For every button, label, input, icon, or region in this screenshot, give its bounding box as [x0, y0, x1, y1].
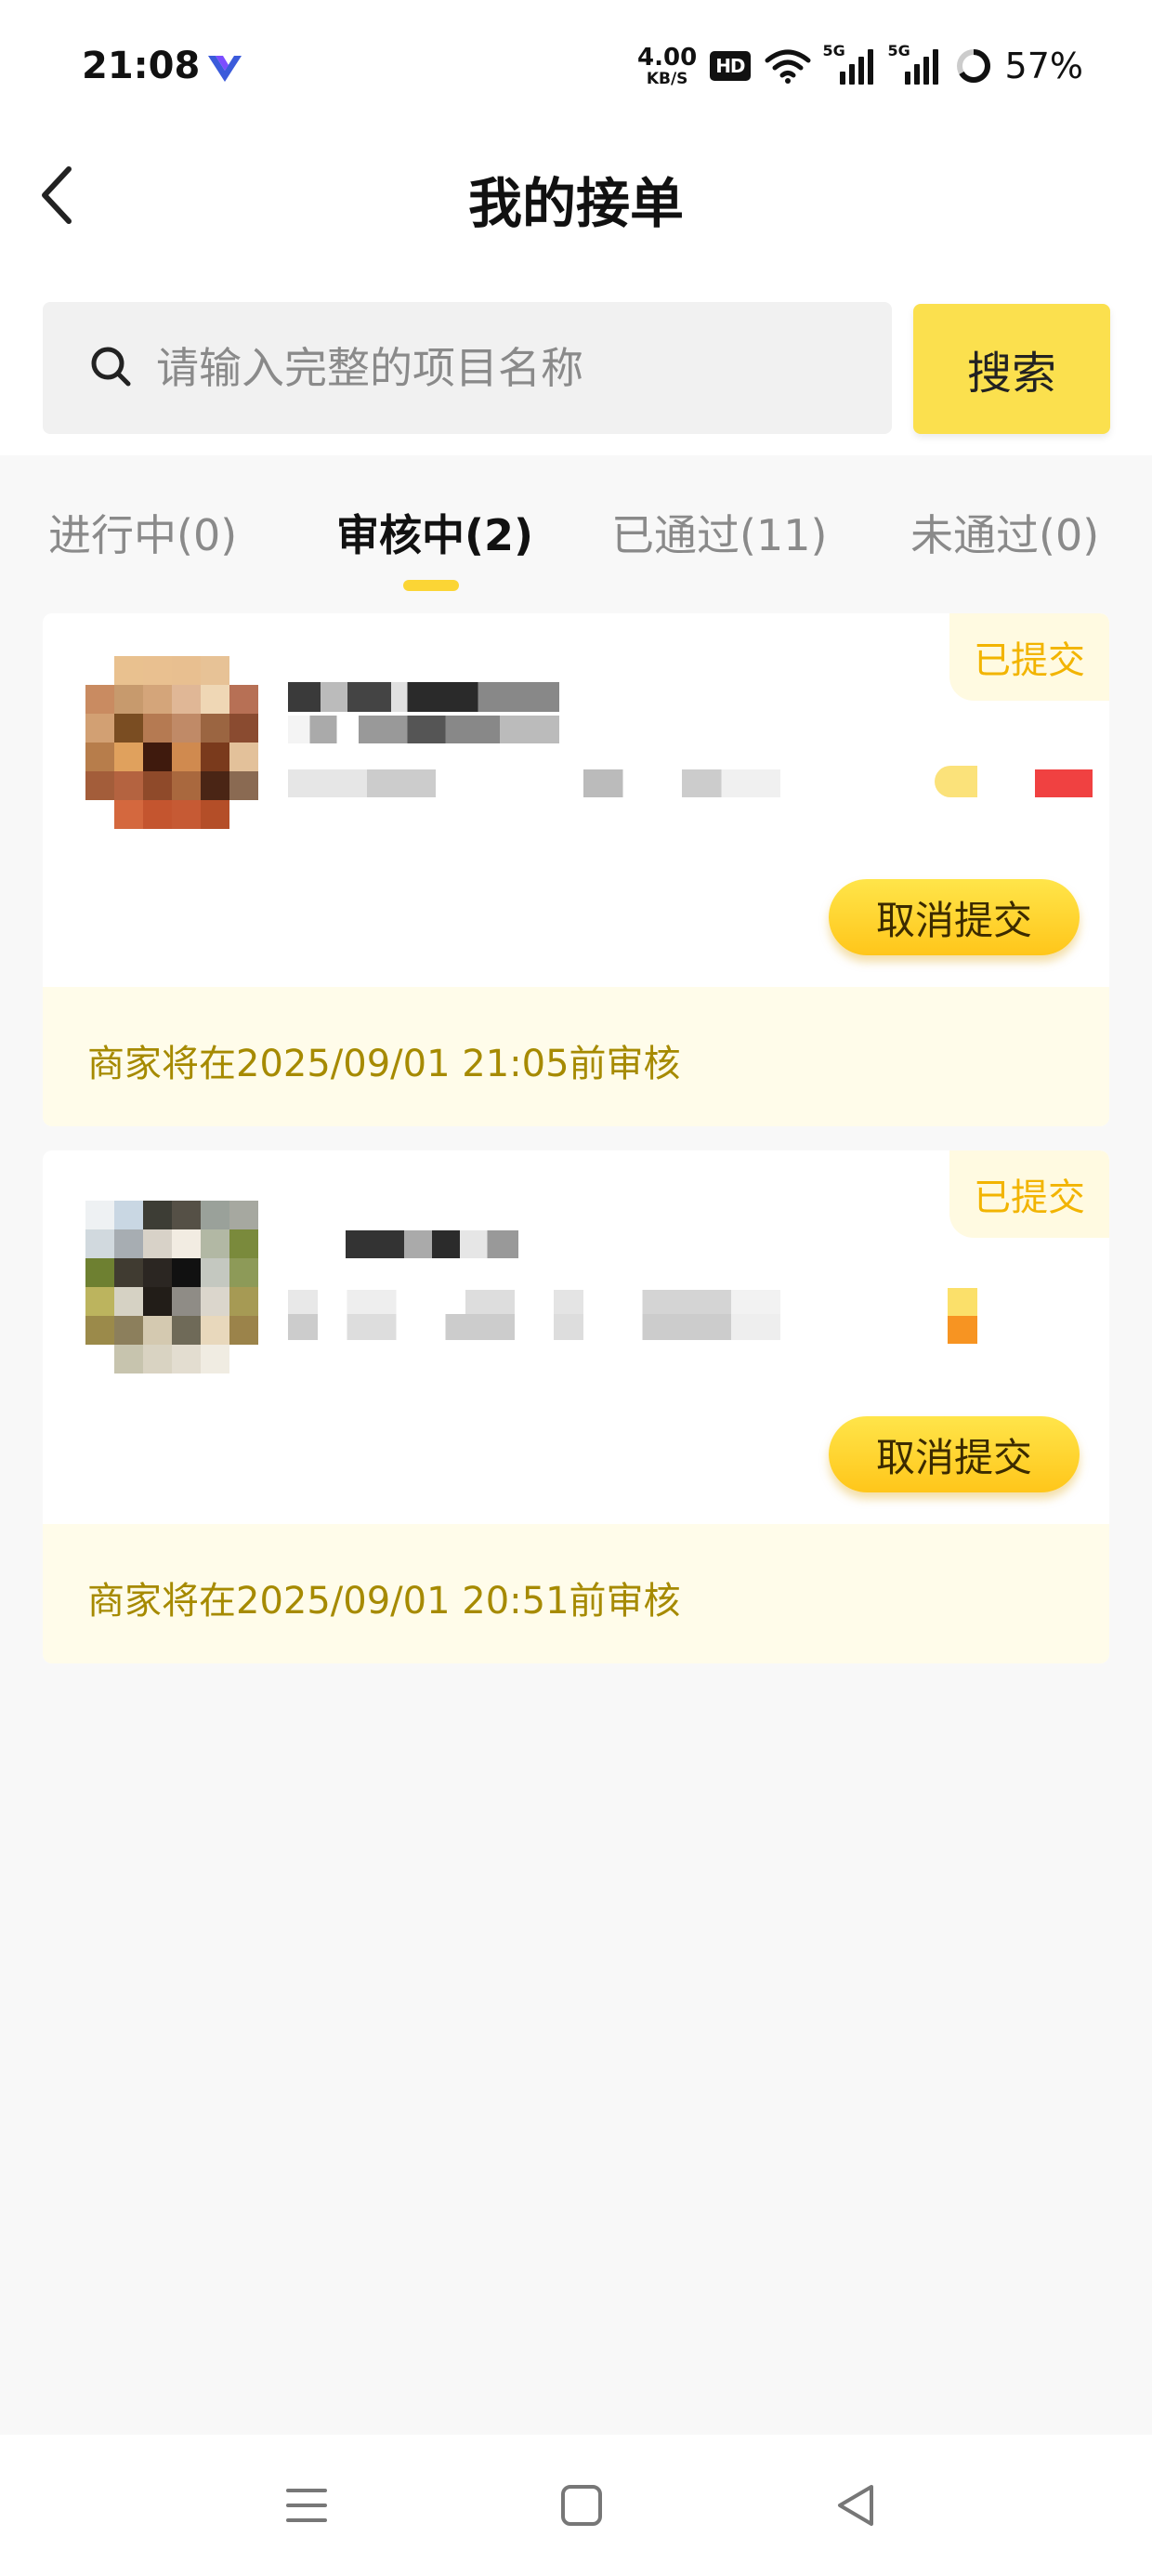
status-indicators: 4.00 KB/S HD 5G 5G 57%	[637, 41, 1083, 91]
battery-icon	[956, 49, 990, 83]
tab-in-progress[interactable]: 进行中(0)	[48, 502, 237, 563]
order-card[interactable]: 已提交 取消提交 商家将在2025/09/01 20:51前审核	[43, 1150, 1109, 1663]
hd-icon: HD	[710, 51, 751, 81]
project-meta-redacted	[288, 769, 780, 797]
search-icon	[91, 347, 131, 387]
reward-icon	[935, 766, 977, 797]
battery-level: 57%	[1004, 46, 1083, 86]
system-nav-bar	[0, 2435, 1152, 2576]
reward-tag-redacted	[1035, 769, 1093, 797]
project-meta-redacted	[288, 1314, 780, 1340]
project-thumbnail	[85, 656, 258, 829]
project-thumbnail	[85, 1201, 258, 1373]
vpn-icon	[208, 56, 242, 82]
status-badge: 已提交	[949, 1150, 1109, 1238]
network-speed: 4.00 KB/S	[637, 43, 698, 88]
cancel-submission-button[interactable]: 取消提交	[829, 1416, 1080, 1492]
search-button[interactable]: 搜索	[913, 304, 1110, 434]
status-bar: 21:08 4.00 KB/S HD 5G 5G 57%	[0, 0, 1152, 139]
menu-icon[interactable]	[281, 2479, 333, 2531]
home-square-icon[interactable]	[556, 2479, 608, 2531]
project-name-redacted	[288, 682, 559, 712]
signal-icon: 5G	[888, 42, 942, 85]
order-card[interactable]: 已提交 取消提交 商家将在2025/09/01 21:05前审核	[43, 613, 1109, 1126]
status-badge: 已提交	[949, 613, 1109, 701]
reward-tag-redacted	[948, 1316, 977, 1344]
tab-under-review[interactable]: 审核中(2)	[336, 502, 533, 563]
review-deadline: 商家将在2025/09/01 20:51前审核	[87, 1580, 681, 1623]
card-footer: 商家将在2025/09/01 21:05前审核	[43, 987, 1109, 1126]
reward-icon	[948, 1288, 977, 1316]
tab-approved[interactable]: 已通过(11)	[611, 502, 827, 563]
status-time: 21:08	[82, 45, 201, 87]
project-name-redacted	[288, 716, 559, 743]
tab-rejected[interactable]: 未通过(0)	[910, 502, 1099, 563]
cancel-submission-button[interactable]: 取消提交	[829, 879, 1080, 955]
search-input[interactable]	[156, 302, 862, 434]
search-bar: 搜索	[0, 302, 1152, 455]
search-field[interactable]	[43, 302, 892, 434]
page-title: 我的接单	[467, 172, 684, 235]
card-footer: 商家将在2025/09/01 20:51前审核	[43, 1524, 1109, 1663]
project-name-redacted	[346, 1230, 518, 1258]
app-header: 我的接单	[0, 139, 1152, 302]
active-tab-indicator	[403, 580, 459, 591]
back-triangle-icon[interactable]	[831, 2479, 883, 2531]
review-deadline: 商家将在2025/09/01 21:05前审核	[87, 1043, 681, 1085]
status-tabs: 进行中(0) 审核中(2) 已通过(11) 未通过(0)	[0, 455, 1152, 595]
signal-icon: 5G	[823, 42, 877, 85]
wifi-icon	[765, 49, 811, 84]
